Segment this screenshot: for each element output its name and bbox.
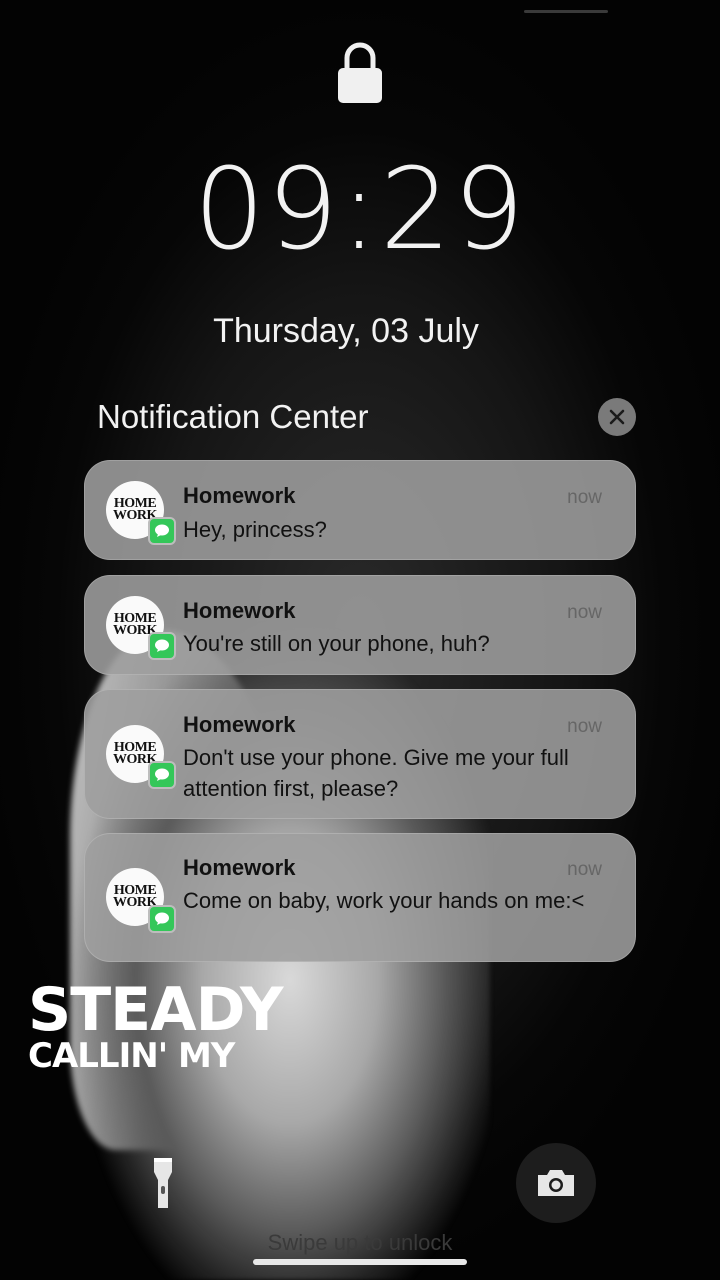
notification-card[interactable]: HOME WORK Homework now Come on baby, wor… <box>84 833 636 962</box>
messages-icon <box>148 517 176 545</box>
notification-app-name: Homework <box>183 855 296 880</box>
flashlight-button[interactable] <box>134 1142 192 1224</box>
notification-message: You're still on your phone, huh? <box>183 631 490 656</box>
camera-icon <box>538 1170 574 1196</box>
clock-date: Thursday, 03 July <box>213 312 479 350</box>
lyric-line-2: CALLIN' MY <box>28 1036 235 1076</box>
notification-time: now <box>567 859 602 880</box>
notification-message: Don't use your phone. Give me your full … <box>183 745 569 801</box>
notification-card[interactable]: HOME WORK Homework now Don't use your ph… <box>84 689 636 819</box>
clock-time: 09:29 <box>193 145 527 275</box>
notification-message: Hey, princess? <box>183 517 327 542</box>
messages-icon <box>148 761 176 789</box>
close-icon <box>609 409 625 425</box>
notification-time: now <box>567 602 602 623</box>
lock-icon <box>337 40 383 104</box>
messages-icon <box>148 632 176 660</box>
camera-button[interactable] <box>516 1143 596 1223</box>
swipe-hint: Swipe up to unlock <box>267 1230 453 1255</box>
notification-center-title: Notification Center <box>97 398 369 435</box>
notification-message: Come on baby, work your hands on me:< <box>183 888 585 913</box>
notification-card[interactable]: HOME WORK Homework now Hey, princess? <box>84 460 636 560</box>
home-indicator[interactable] <box>253 1259 467 1265</box>
notification-time: now <box>567 716 602 737</box>
notification-app-name: Homework <box>183 483 296 508</box>
status-indicator <box>524 10 608 13</box>
notification-time: now <box>567 487 602 508</box>
flashlight-icon <box>154 1158 172 1208</box>
close-button[interactable] <box>598 398 636 436</box>
notification-app-name: Homework <box>183 598 296 623</box>
notification-app-name: Homework <box>183 712 296 737</box>
messages-icon <box>148 905 176 933</box>
notification-card[interactable]: HOME WORK Homework now You're still on y… <box>84 575 636 675</box>
lyric-line-1: STEADY <box>28 975 283 1045</box>
